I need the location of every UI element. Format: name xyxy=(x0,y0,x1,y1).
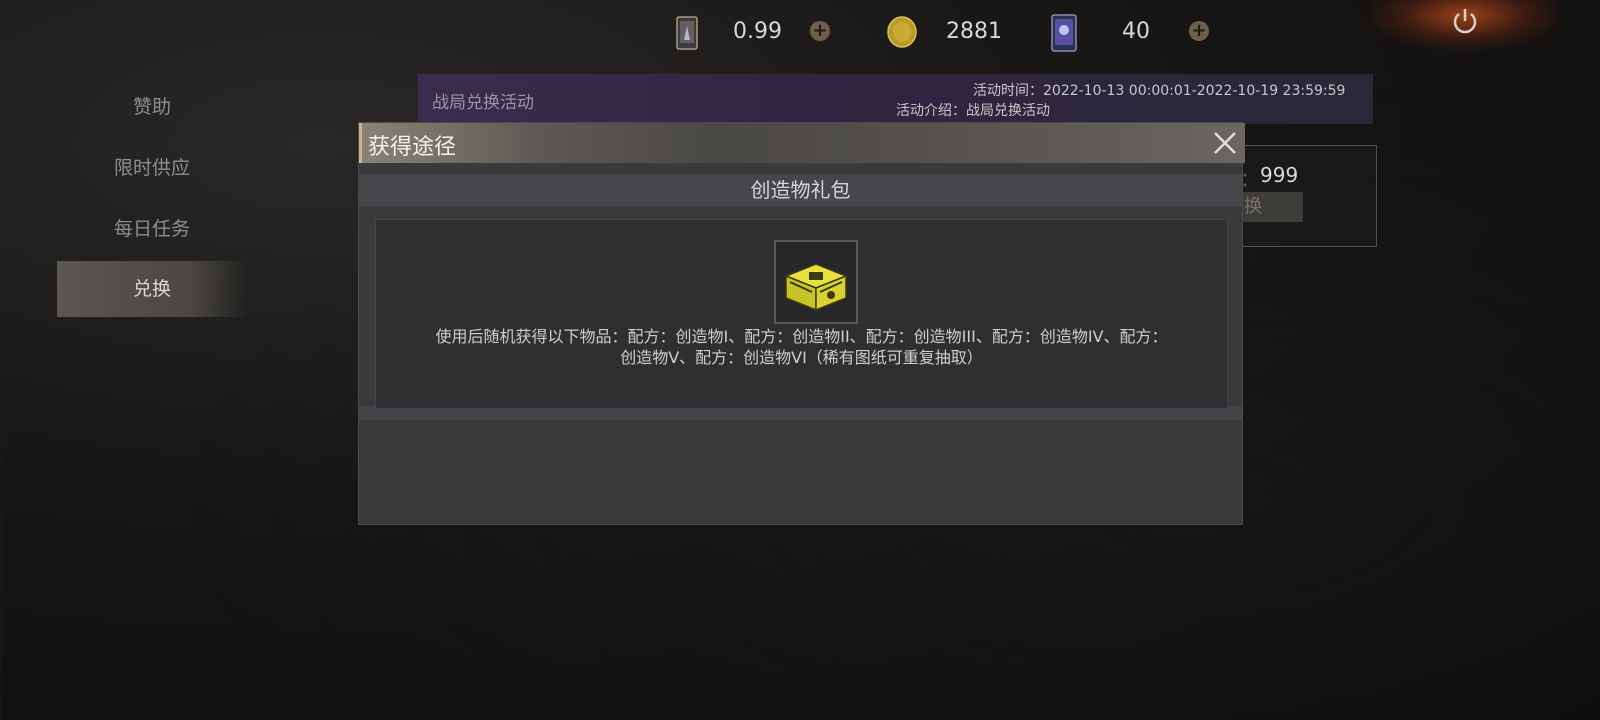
sidebar-item-daily-tasks[interactable]: 每日任务 xyxy=(57,201,247,257)
exchange-limit-value: 999 xyxy=(1260,163,1299,187)
event-title: 战局兑换活动 xyxy=(432,93,534,113)
close-icon[interactable] xyxy=(1211,129,1239,157)
item-description: 使用后随机获得以下物品：配方：创造物I、配方：创造物II、配方：创造物III、配… xyxy=(406,326,1197,368)
card-currency-value: 0.99 xyxy=(733,19,782,44)
item-name: 创造物礼包 xyxy=(359,174,1242,206)
modal-title: 获得途径 xyxy=(368,135,457,160)
blue-card-icon xyxy=(1051,14,1077,52)
event-time: 活动时间：2022-10-13 00:00:01-2022-10-19 23:5… xyxy=(973,83,1346,99)
modal-content: 使用后随机获得以下物品：配方：创造物I、配方：创造物II、配方：创造物III、配… xyxy=(375,219,1228,409)
add-card-currency-button[interactable]: + xyxy=(810,21,830,41)
item-description-line-2: 创造物V、配方：创造物VI（稀有图纸可重复抽取） xyxy=(620,348,983,367)
blue-card-value: 40 xyxy=(1122,19,1150,44)
modal-header: 获得途径 xyxy=(359,123,1245,163)
obtain-method-modal: 获得途径 创造物礼包 使用后随机获得以下物品：配方：创造物I、配方：创造物II、… xyxy=(359,123,1245,524)
event-banner: 战局兑换活动 活动时间：2022-10-13 00:00:01-2022-10-… xyxy=(418,74,1373,124)
gold-coin-value: 2881 xyxy=(946,19,1002,44)
sidebar-item-sponsor[interactable]: 赞助 xyxy=(57,79,247,135)
add-blue-card-button[interactable]: + xyxy=(1189,21,1209,41)
power-icon[interactable] xyxy=(1450,6,1480,36)
sidebar-item-exchange[interactable]: 兑换 xyxy=(57,261,247,317)
gold-coin-icon xyxy=(887,16,917,48)
item-description-line-1: 使用后随机获得以下物品：配方：创造物I、配方：创造物II、配方：创造物III、配… xyxy=(435,327,1168,346)
item-slot[interactable] xyxy=(774,240,858,324)
event-description: 活动介绍：战局兑换活动 xyxy=(896,103,1050,119)
sidebar-item-limited-supply[interactable]: 限时供应 xyxy=(57,140,247,196)
gift-box-icon xyxy=(783,263,849,312)
card-currency-icon xyxy=(676,16,698,50)
